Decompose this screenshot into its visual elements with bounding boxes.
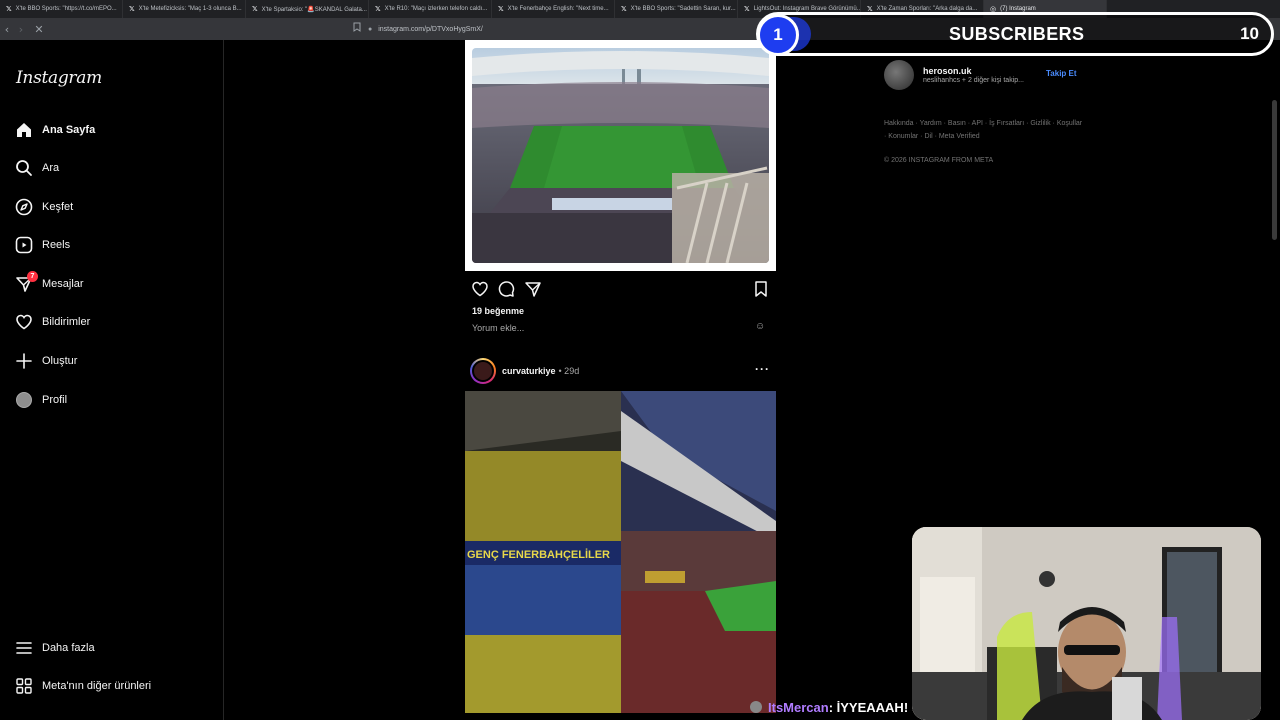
sidebar-item-label: Mesajlar [42, 278, 84, 290]
tab-title: X'te BBO Sports: "Sadettin Saran, kur... [630, 6, 736, 12]
sidebar-item-explore[interactable]: Keşfet [14, 194, 73, 220]
tab-title: X'te BBO Sports: "https://t.co/mEPO... [15, 6, 117, 12]
webcam-feed [912, 527, 1261, 720]
post-username[interactable]: curvaturkiye [502, 366, 556, 376]
more-options-icon[interactable]: ··· [755, 362, 770, 376]
tab-title: X'te Spartaksio: "🚨SKANDAL Galata... [261, 6, 367, 13]
save-icon[interactable] [752, 280, 770, 303]
copyright: © 2026 INSTAGRAM FROM META [884, 157, 994, 164]
post-media[interactable]: GENÇ FENERBAHÇELİLER [465, 391, 776, 713]
x-favicon-icon: 𝕏 [252, 5, 258, 13]
reels-icon [14, 235, 34, 255]
sidebar-item-label: Ara [42, 162, 60, 174]
sidebar-item-label: Bildirimler [42, 316, 91, 328]
browser-tab[interactable]: 𝕏 X'te BBO Sports: "https://t.co/mEPO... [0, 0, 123, 18]
menu-icon [14, 638, 34, 658]
post-media[interactable] [465, 40, 776, 271]
sidebar-item-search[interactable]: Ara [14, 155, 59, 181]
sidebar-item-label: Ana Sayfa [42, 124, 96, 136]
grid-icon [14, 676, 34, 696]
url-text: instagram.com/p/DTVxoHygSmX/ [378, 25, 483, 33]
suggested-username[interactable]: heroson.uk [923, 66, 1024, 76]
chat-text: : İYYEAAAH! [828, 699, 909, 715]
chat-username: ItsMercan [768, 699, 829, 715]
sidebar-item-label: Reels [42, 239, 71, 251]
suggested-subtitle: neslihanhcs + 2 diğer kişi takip... [923, 77, 1024, 84]
x-favicon-icon: 𝕏 [6, 5, 12, 13]
forward-icon[interactable]: › [14, 18, 28, 40]
instagram-sidebar: Instagram Ana Sayfa Ara Keşfet Reels 7 M… [0, 40, 224, 720]
sidebar-item-messages[interactable]: 7 Mesajlar [14, 271, 84, 297]
avatar[interactable] [470, 358, 496, 384]
x-favicon-icon: 𝕏 [498, 5, 504, 13]
sidebar-item-reels[interactable]: Reels [14, 232, 70, 258]
subscriber-number: 1 [757, 14, 799, 56]
sidebar-item-meta-products[interactable]: Meta'nın diğer ürünleri [14, 673, 151, 699]
stream-chat-message: ItsMercan : İYYEAAAH! [750, 698, 908, 716]
sidebar-item-label: Keşfet [42, 201, 74, 213]
share-icon[interactable] [524, 280, 542, 303]
sidebar-item-more[interactable]: Daha fazla [14, 635, 95, 661]
browser-tab[interactable]: 𝕏 X'te Metefizicksis: "Maç 1-3 olunca B..… [123, 0, 246, 18]
sidebar-item-notifications[interactable]: Bildirimler [14, 309, 90, 335]
compass-icon [14, 197, 34, 217]
like-icon[interactable] [471, 280, 489, 303]
post-time: • 29d [558, 366, 580, 376]
url-field[interactable]: ● instagram.com/p/DTVxoHygSmX/ [368, 21, 748, 37]
site-info-icon[interactable]: ● [368, 26, 372, 33]
sidebar-item-create[interactable]: Oluştur [14, 348, 77, 374]
footer-links[interactable]: Hakkında · Yardım · Basın · API · İş Fır… [884, 117, 1084, 143]
search-icon [14, 158, 34, 178]
subscriber-label: SUBSCRIBERS [949, 24, 1085, 44]
avatar[interactable] [884, 60, 914, 90]
messenger-icon: 7 [14, 271, 38, 294]
subscriber-overlay: 1 SUBSCRIBERS 10 [756, 12, 1274, 56]
browser-tab[interactable]: 𝕏 X'te R10: "Maçı izlerken telefon caldı.… [369, 0, 492, 18]
home-icon [14, 120, 34, 140]
plus-icon [14, 351, 34, 371]
follow-button[interactable]: Takip Et [1046, 69, 1077, 78]
notification-badge: 7 [27, 271, 38, 282]
sidebar-item-profile[interactable]: Profil [14, 387, 67, 413]
browser-tab[interactable]: 𝕏 X'te BBO Sports: "Sadettin Saran, kur..… [615, 0, 738, 18]
instagram-logo[interactable]: Instagram [16, 68, 102, 88]
tab-title: X'te Fenerbahçe English: "Next time... [507, 6, 609, 12]
sidebar-item-label: Oluştur [42, 355, 78, 367]
bookmark-icon[interactable] [353, 22, 361, 35]
sidebar-item-label: Profil [42, 394, 68, 406]
back-icon[interactable]: ‹ [0, 18, 14, 40]
tab-title: X'te Metefizicksis: "Maç 1-3 olunca B... [138, 6, 242, 12]
browser-tab[interactable]: 𝕏 X'te Fenerbahçe English: "Next time... [492, 0, 615, 18]
sidebar-item-home[interactable]: Ana Sayfa [14, 117, 95, 143]
x-favicon-icon: 𝕏 [621, 5, 627, 13]
heart-icon [14, 312, 34, 332]
emoji-icon[interactable]: ☺ [755, 321, 765, 332]
scrollbar[interactable] [1272, 100, 1277, 240]
post-header: curvaturkiye • 29d ··· [470, 358, 776, 384]
stop-loading-icon[interactable]: ✕ [28, 18, 50, 40]
x-favicon-icon: 𝕏 [129, 5, 135, 13]
subscriber-count: 10 [1240, 24, 1259, 43]
like-count[interactable]: 19 beğenme [472, 306, 524, 316]
browser-tab[interactable]: 𝕏 X'te Spartaksio: "🚨SKANDAL Galata... [246, 0, 369, 18]
x-favicon-icon: 𝕏 [375, 5, 381, 13]
profile-avatar [14, 390, 34, 410]
post-actions [471, 280, 771, 298]
sidebar-item-label: Daha fazla [42, 642, 95, 654]
stadium-photo [472, 48, 769, 263]
comment-input[interactable]: Yorum ekle... [472, 323, 524, 333]
x-favicon-icon: 𝕏 [744, 5, 750, 13]
banner-text: GENÇ FENERBAHÇELİLER [467, 548, 610, 561]
sidebar-item-label: Meta'nın diğer ürünleri [42, 680, 152, 692]
chat-user-icon [750, 701, 762, 713]
comment-icon[interactable] [497, 280, 515, 303]
tab-title: X'te R10: "Maçı izlerken telefon caldı..… [384, 6, 488, 12]
